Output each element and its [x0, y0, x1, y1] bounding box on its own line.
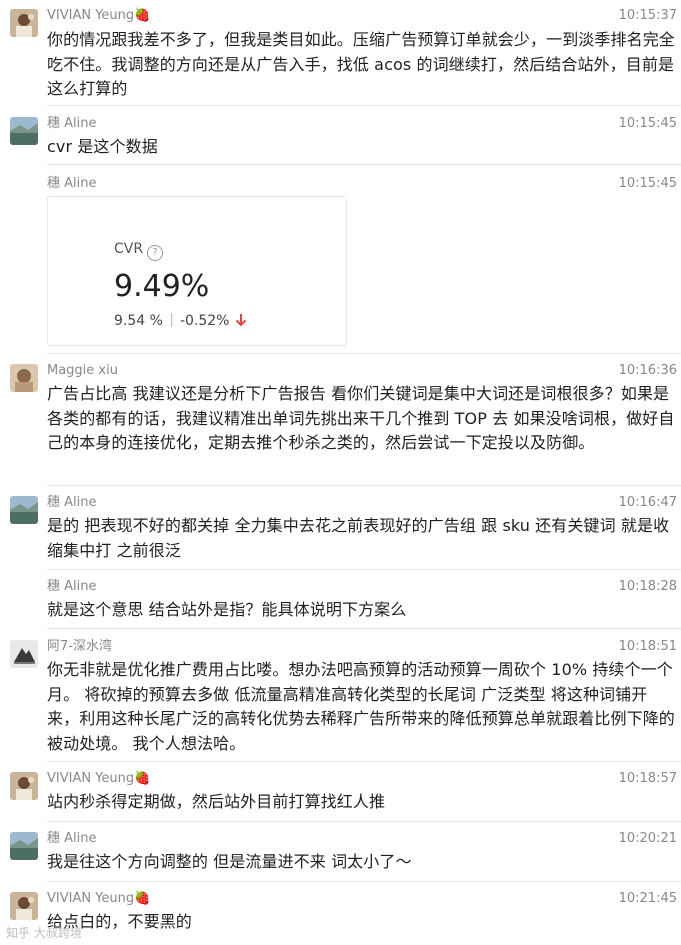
- sender-name: 阿7-深水湾: [47, 639, 112, 654]
- change-value: -0.52%: [179, 313, 230, 329]
- message-text: 你无非就是优化推广费用占比喽。想办法吧高预算的活动预算一周砍个 10% 持续个一…: [47, 660, 675, 753]
- avatar[interactable]: [10, 640, 38, 668]
- avatar[interactable]: [10, 9, 38, 37]
- avatar[interactable]: [10, 117, 38, 145]
- sender-name: 穗 Aline: [47, 116, 97, 131]
- message-divider: [47, 628, 681, 629]
- chat-history: VIVIAN Yeung🍓 10:15:37 你的情况跟我差不多了，但我是类目如…: [0, 0, 681, 945]
- timestamp: 10:15:37: [618, 8, 677, 23]
- watermark: 知乎 大叔跨境: [6, 926, 82, 940]
- message-divider: [47, 569, 681, 570]
- timestamp: 10:16:47: [618, 495, 677, 510]
- avatar[interactable]: [10, 772, 38, 800]
- timestamp: 10:18:57: [618, 771, 677, 786]
- sender-name: VIVIAN Yeung🍓: [47, 771, 151, 786]
- message-text: cvr 是这个数据: [47, 137, 158, 156]
- message-divider: [47, 164, 681, 165]
- message-text: 是的 把表现不好的都关掉 全力集中去花之前表现好的广告组 跟 sku 还有关键词…: [47, 516, 670, 560]
- sender-name: VIVIAN Yeung🍓: [47, 891, 151, 906]
- timestamp: 10:21:45: [618, 891, 677, 906]
- value-divider: [170, 313, 172, 327]
- previous-value: 9.54 %: [114, 313, 163, 329]
- message-text: 给点白的，不要黑的: [47, 912, 192, 931]
- message-text: 你的情况跟我差不多了，但我是类目如此。压缩广告预算订单就会少，一到淡季排名完全吃…: [47, 30, 675, 98]
- down-arrow-icon: [236, 314, 247, 327]
- sender-name: VIVIAN Yeung🍓: [47, 8, 151, 23]
- timestamp: 10:20:21: [618, 831, 677, 846]
- message-text: 广告占比高 我建议还是分析下广告报告 看你们关键词是集中大词还是词根很多？如果是…: [47, 384, 675, 452]
- message-divider: [47, 485, 681, 486]
- cvr-metric-card[interactable]: CVR? 9.49% 9.54 % -0.52%: [47, 196, 347, 346]
- timestamp: 10:15:45: [618, 176, 677, 191]
- cvr-label: CVR?: [114, 241, 164, 261]
- sender-name: 穗 Aline: [47, 176, 97, 191]
- timestamp: 10:16:36: [618, 363, 677, 378]
- sender-name: 穗 Aline: [47, 495, 97, 510]
- timestamp: 10:18:28: [618, 579, 677, 594]
- message-text: 就是这个意思 结合站外是指？能具体说明下方案么: [47, 600, 407, 619]
- cvr-comparison: 9.54 % -0.52%: [114, 313, 247, 329]
- avatar[interactable]: [10, 832, 38, 860]
- cvr-label-text: CVR: [114, 241, 144, 257]
- cvr-value: 9.49%: [114, 269, 210, 304]
- avatar[interactable]: [10, 364, 38, 392]
- avatar[interactable]: [10, 496, 38, 524]
- message-divider: [47, 821, 681, 822]
- timestamp: 10:18:51: [618, 639, 677, 654]
- help-icon: ?: [147, 245, 164, 261]
- sender-name: 穗 Aline: [47, 579, 97, 594]
- message-text: 站内秒杀得定期做，然后站外目前打算找红人推: [47, 792, 386, 811]
- message-divider: [47, 353, 681, 354]
- sender-name: Maggie xiu: [47, 363, 118, 378]
- message-text: 我是往这个方向调整的 但是流量进不来 词太小了～: [47, 852, 412, 871]
- sender-name: 穗 Aline: [47, 831, 97, 846]
- message-divider: [47, 881, 681, 882]
- message-divider: [47, 105, 681, 106]
- message-divider: [47, 761, 681, 762]
- avatar[interactable]: [10, 892, 38, 920]
- timestamp: 10:15:45: [618, 116, 677, 131]
